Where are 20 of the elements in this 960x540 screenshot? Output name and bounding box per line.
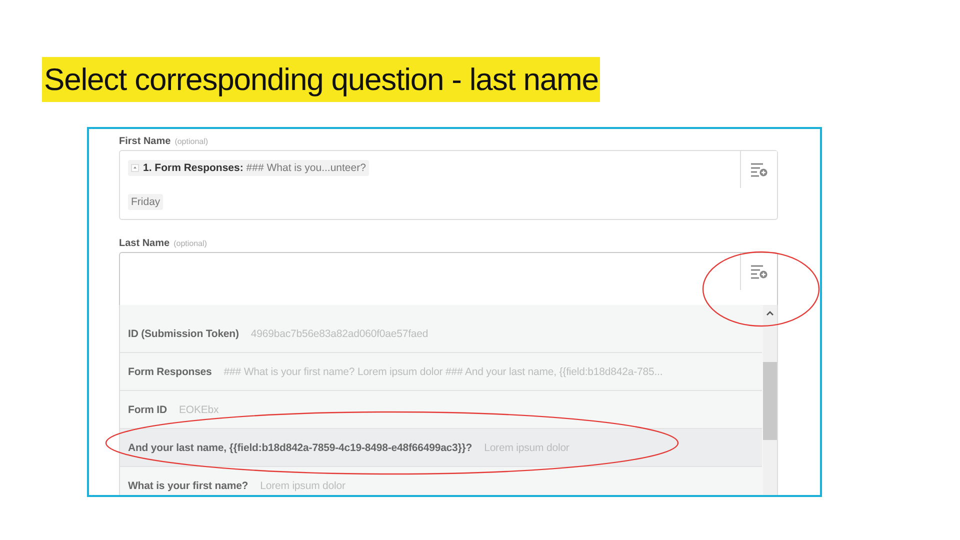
dropdown-option[interactable]: Form Responses ### What is your first name? Lorem ipsum dolor ### And your last name, {{field:b18d842a-785... [120,353,762,391]
scrollbar[interactable] [763,305,777,495]
text-chip: Friday [128,194,164,210]
scroll-up-icon[interactable] [766,310,774,316]
input-field[interactable]: 1. Form Responses: ### What is you...unteer? Friday [119,150,778,220]
optional-hint: (optional) [174,137,208,146]
dropdown-option[interactable]: ID (Submission Token) 4969bac7b56e83a82ad060f0ae57faed [120,315,762,353]
scroll-thumb[interactable] [763,362,777,440]
list-add-icon [750,162,768,176]
mapped-field-chip: 1. Form Responses: ### What is you...unteer? [128,160,369,176]
input-field[interactable] [119,252,778,306]
insert-field-button[interactable] [740,151,777,188]
optional-hint: (optional) [174,239,207,248]
field-label: Last Name [119,238,170,249]
list-add-icon [750,264,768,278]
expand-icon [131,164,139,172]
field-label: First Name [119,136,171,147]
insert-field-button[interactable] [740,253,777,290]
dropdown-option[interactable]: What is your first name? Lorem ipsum dolor [120,467,762,495]
slide-title: Select corresponding question - last name [42,57,600,102]
